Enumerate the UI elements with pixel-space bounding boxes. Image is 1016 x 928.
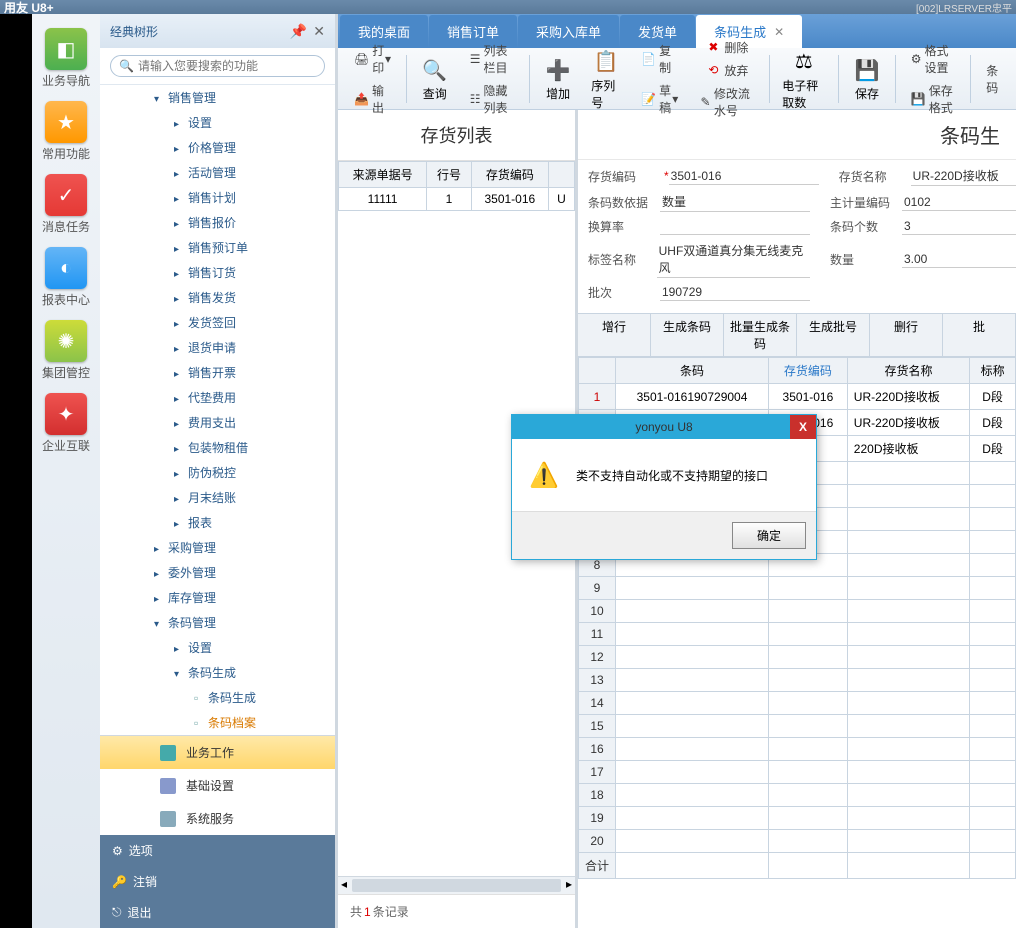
tree-node[interactable]: 包装物租借 xyxy=(100,435,335,460)
icon-rail: ◧ 业务导航 ★ 常用功能 ✓ 消息任务 ◐ 报表中心 ✺ 集团管控 ✦ 企业互… xyxy=(0,14,100,928)
tree-node[interactable]: 价格管理 xyxy=(100,135,335,160)
discard-button[interactable]: ⟲放弃 xyxy=(699,59,754,82)
rail-企业互联[interactable]: ✦ 企业互联 xyxy=(38,389,94,458)
rail-icon: ✓ xyxy=(45,174,87,216)
grid-op[interactable]: 生成条码 xyxy=(651,314,724,356)
tree-node[interactable]: 委外管理 xyxy=(100,560,335,585)
foot-item[interactable]: ⎋退出 xyxy=(100,897,335,928)
tree-node[interactable]: 活动管理 xyxy=(100,160,335,185)
tree-node[interactable]: 销售管理 xyxy=(100,85,335,110)
search-box[interactable]: 🔍 xyxy=(110,55,325,77)
tree-node[interactable]: 报表 xyxy=(100,510,335,535)
grid-col[interactable]: 标称 xyxy=(970,358,1016,384)
tree-node[interactable]: 销售计划 xyxy=(100,185,335,210)
add-button[interactable]: ➕增加 xyxy=(535,51,581,106)
dialog-close-button[interactable]: X xyxy=(790,415,816,439)
error-dialog: yonyou U8 X ⚠️ 类不支持自动化或不支持期望的接口 确定 xyxy=(511,414,817,560)
grid-col[interactable]: 条码 xyxy=(616,358,769,384)
tree-node[interactable]: 退货申请 xyxy=(100,335,335,360)
grid-op[interactable]: 增行 xyxy=(578,314,651,356)
grid-col[interactable]: 存货编码 xyxy=(769,358,848,384)
barcode-button[interactable]: 条码 xyxy=(980,59,1006,99)
rail-消息任务[interactable]: ✓ 消息任务 xyxy=(38,170,94,239)
grid-op[interactable]: 生成批号 xyxy=(797,314,870,356)
query-button[interactable]: 🔍查询 xyxy=(412,51,458,106)
rail-icon: ✦ xyxy=(45,393,87,435)
tree-node[interactable]: 条码档案 xyxy=(100,710,335,735)
grid-col[interactable]: 存货名称 xyxy=(847,358,969,384)
ll-cell[interactable]: 3501-016 xyxy=(471,188,548,211)
tree-node[interactable]: 销售预订单 xyxy=(100,235,335,260)
ll-col[interactable]: 来源单据号 xyxy=(339,162,427,188)
rail-icon: ✺ xyxy=(45,320,87,362)
tree-node[interactable]: 条码生成 xyxy=(100,685,335,710)
pin-icon[interactable]: 📌 xyxy=(290,23,307,40)
tree-node[interactable]: 销售订货 xyxy=(100,260,335,285)
bottomnav-item[interactable]: 业务工作 xyxy=(100,736,335,769)
dialog-title: yonyou U8 xyxy=(635,420,692,434)
inventory-list-title: 存货列表 xyxy=(338,110,575,161)
rail-集团管控[interactable]: ✺ 集团管控 xyxy=(38,316,94,385)
escale-button[interactable]: ⚖电子秤取数 xyxy=(774,43,833,115)
dialog-message: 类不支持自动化或不支持期望的接口 xyxy=(576,467,768,484)
bottom-nav: 业务工作 基础设置 系统服务 xyxy=(100,735,335,835)
tree-node[interactable]: 销售报价 xyxy=(100,210,335,235)
copy-button[interactable]: 📄复制 xyxy=(635,39,684,79)
tab-close-icon[interactable]: ✕ xyxy=(774,25,784,39)
tree-node[interactable]: 防伪税控 xyxy=(100,460,335,485)
toolbar: 🖨打印 ▾ 📤输出 🔍查询 ☰列表栏目 ☷隐藏列表 ➕增加 📋序列号 📄复制 📝… xyxy=(338,48,1016,110)
print-button[interactable]: 🖨打印 ▾ xyxy=(348,39,397,79)
rownum-button[interactable]: 📋序列号 xyxy=(583,43,629,115)
grid-op[interactable]: 批量生成条码 xyxy=(724,314,797,356)
foot-item[interactable]: 🔑注销 xyxy=(100,866,335,897)
server-info: [002]LRSERVER忠平 xyxy=(916,0,1012,15)
rail-icon: ◧ xyxy=(45,28,87,70)
rail-业务导航[interactable]: ◧ 业务导航 xyxy=(38,24,94,93)
tree-node[interactable]: 月末结账 xyxy=(100,485,335,510)
tree-node[interactable]: 采购管理 xyxy=(100,535,335,560)
ll-cell[interactable]: U xyxy=(548,188,574,211)
bottom-foot: ⚙选项🔑注销⎋退出 xyxy=(100,835,335,928)
search-icon: 🔍 xyxy=(119,59,134,73)
tree-panel: 经典树形 📌 ✕ 🔍 销售管理设置价格管理活动管理销售计划销售报价销售预订单销售… xyxy=(100,14,338,928)
rail-icon: ◐ xyxy=(45,247,87,289)
nav-tree: 销售管理设置价格管理活动管理销售计划销售报价销售预订单销售订货销售发货发货签回退… xyxy=(100,85,335,735)
save-button[interactable]: 💾保存 xyxy=(844,51,890,106)
tree-node[interactable]: 销售发货 xyxy=(100,285,335,310)
bottomnav-item[interactable]: 系统服务 xyxy=(100,802,335,835)
tree-node[interactable]: 发货签回 xyxy=(100,310,335,335)
tree-node[interactable]: 费用支出 xyxy=(100,410,335,435)
tree-title: 经典树形 xyxy=(110,23,158,40)
foot-item[interactable]: ⚙选项 xyxy=(100,835,335,866)
tree-node[interactable]: 代垫费用 xyxy=(100,385,335,410)
detail-title: 条码生 xyxy=(578,110,1016,160)
warning-icon: ⚠️ xyxy=(528,461,560,489)
listcol-button[interactable]: ☰列表栏目 xyxy=(464,39,521,79)
tree-node[interactable]: 库存管理 xyxy=(100,585,335,610)
formatset-button[interactable]: ⚙格式设置 xyxy=(905,39,962,79)
tree-node[interactable]: 设置 xyxy=(100,110,335,135)
bottomnav-item[interactable]: 基础设置 xyxy=(100,769,335,802)
rail-常用功能[interactable]: ★ 常用功能 xyxy=(38,97,94,166)
tree-node[interactable]: 设置 xyxy=(100,635,335,660)
tree-node[interactable]: 条码生成 xyxy=(100,660,335,685)
rail-报表中心[interactable]: ◐ 报表中心 xyxy=(38,243,94,312)
tree-node[interactable]: 销售开票 xyxy=(100,360,335,385)
close-icon[interactable]: ✕ xyxy=(313,23,325,40)
grid-op[interactable]: 删行 xyxy=(870,314,943,356)
ll-col[interactable]: 行号 xyxy=(427,162,472,188)
grid-op[interactable]: 批 xyxy=(943,314,1016,356)
record-count: 共1条记录 xyxy=(338,894,575,928)
ll-cell[interactable]: 11111 xyxy=(339,188,427,211)
delete-button[interactable]: ✖删除 xyxy=(699,36,754,59)
grid-col[interactable] xyxy=(579,358,616,384)
tree-node[interactable]: 条码管理 xyxy=(100,610,335,635)
ll-cell[interactable]: 1 xyxy=(427,188,472,211)
search-input[interactable] xyxy=(138,59,316,73)
rail-icon: ★ xyxy=(45,101,87,143)
ll-col[interactable] xyxy=(548,162,574,188)
ll-col[interactable]: 存货编码 xyxy=(471,162,548,188)
dialog-ok-button[interactable]: 确定 xyxy=(732,522,806,549)
